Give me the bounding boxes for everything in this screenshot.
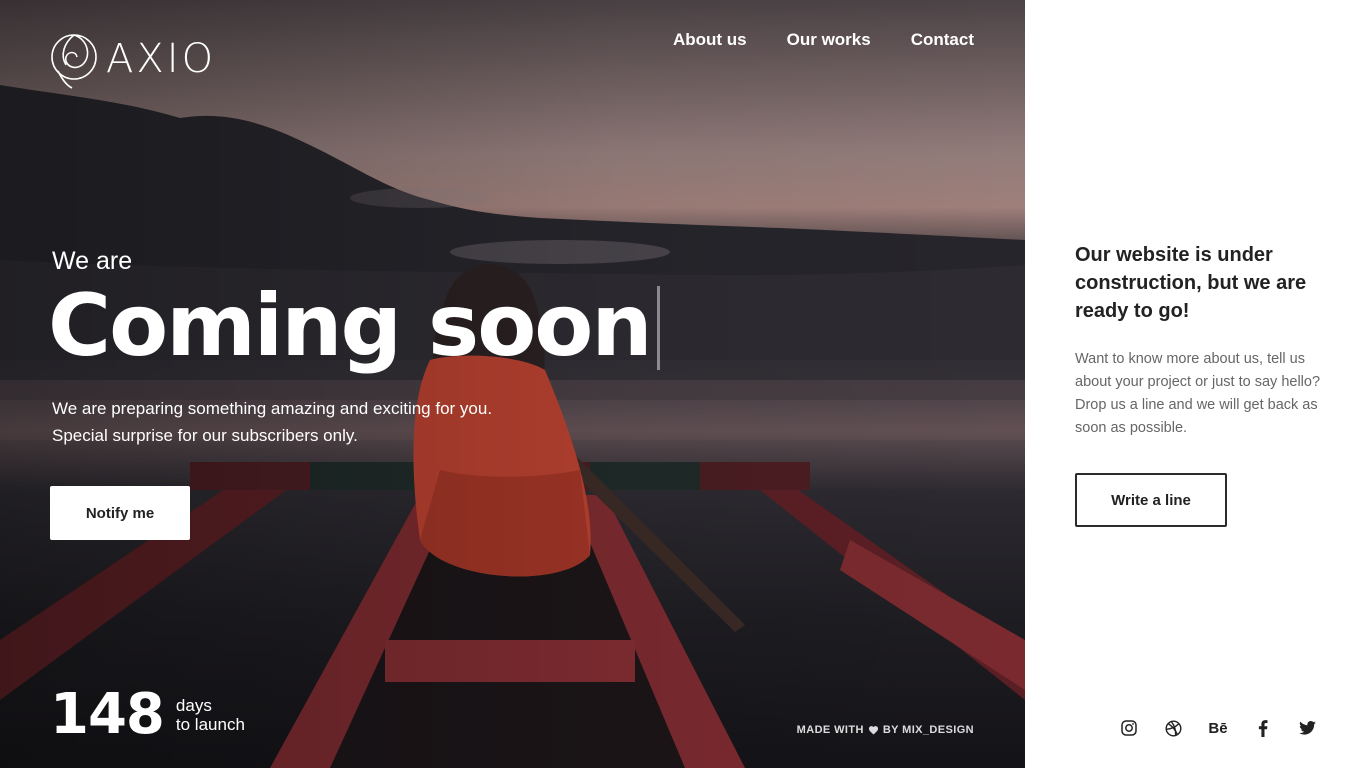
main-nav: About us Our works Contact bbox=[673, 30, 974, 50]
nautilus-logo-icon bbox=[51, 34, 97, 89]
countdown-unit: days to launch bbox=[176, 696, 245, 734]
panel-title: Our website is under construction, but w… bbox=[1075, 244, 1307, 322]
notify-me-button[interactable]: Notify me bbox=[50, 486, 190, 540]
dribbble-link[interactable] bbox=[1164, 718, 1182, 738]
countdown-unit-to-launch: to launch bbox=[175, 715, 245, 734]
nav-link-contact[interactable]: Contact bbox=[911, 30, 974, 50]
social-links: Bē bbox=[1120, 718, 1316, 738]
facebook-icon bbox=[1258, 719, 1268, 737]
made-with-suffix: BY MIX_DESIGN bbox=[882, 724, 974, 736]
made-with-prefix: MADE WITH bbox=[796, 724, 864, 736]
instagram-link[interactable] bbox=[1120, 718, 1138, 738]
contact-panel: Our website is under construction, but w… bbox=[1025, 0, 1366, 768]
hero-section: AXIO About us Our works Contact We are C… bbox=[0, 0, 1025, 768]
behance-link[interactable]: Bē bbox=[1208, 718, 1228, 738]
launch-countdown: 148 days to launch bbox=[50, 685, 245, 745]
hero-kicker: We are bbox=[52, 247, 133, 275]
panel-body: Want to know more about us, tell us abou… bbox=[1075, 351, 1321, 436]
brand-name: AXIO bbox=[106, 36, 217, 82]
instagram-icon bbox=[1121, 720, 1137, 736]
made-with-credit[interactable]: MADE WITH BY MIX_DESIGN bbox=[797, 724, 974, 736]
behance-icon: Bē bbox=[1208, 719, 1228, 737]
hero-description-line-1: We are preparing something amazing and e… bbox=[52, 399, 493, 418]
hero-headline: Coming soon bbox=[48, 276, 653, 376]
facebook-link[interactable] bbox=[1254, 718, 1272, 738]
nav-link-our-works[interactable]: Our works bbox=[787, 30, 871, 50]
heart-icon bbox=[868, 726, 878, 735]
typing-caret bbox=[656, 286, 660, 370]
dribbble-icon bbox=[1164, 719, 1182, 737]
twitter-link[interactable] bbox=[1298, 718, 1316, 738]
twitter-icon bbox=[1298, 721, 1316, 735]
hero-description: We are preparing something amazing and e… bbox=[52, 395, 612, 449]
hero-description-line-2: Special surprise for our subscribers onl… bbox=[52, 426, 358, 445]
hero-headline-wrap: Coming soon bbox=[48, 274, 660, 378]
hero-overlay bbox=[0, 0, 1025, 768]
countdown-days-value: 148 bbox=[50, 682, 165, 747]
nav-link-about-us[interactable]: About us bbox=[673, 30, 747, 50]
countdown-unit-days: days bbox=[175, 696, 212, 715]
write-a-line-button[interactable]: Write a line bbox=[1075, 473, 1227, 527]
brand-logo[interactable]: AXIO bbox=[50, 29, 216, 89]
